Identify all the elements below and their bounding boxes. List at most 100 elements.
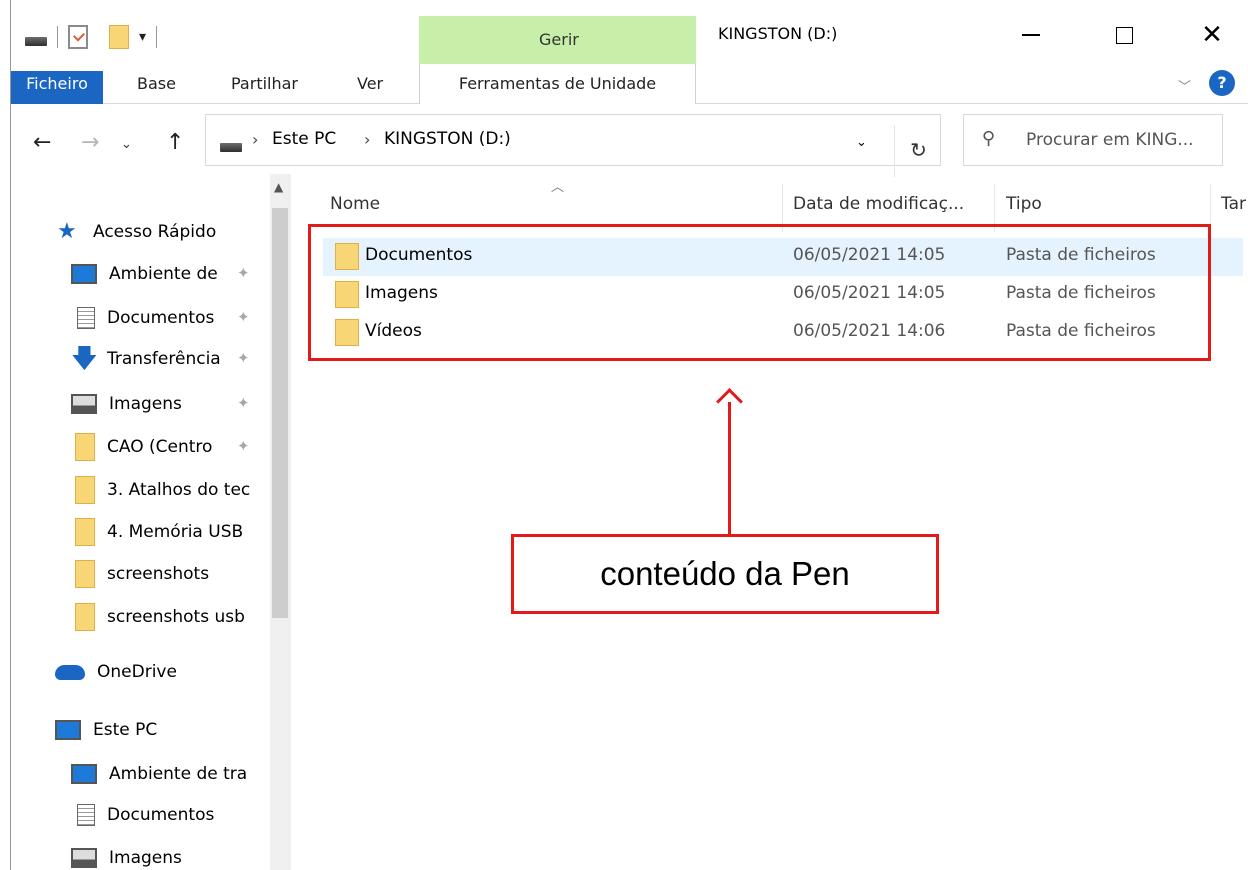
nav-item-documentos[interactable]: Documentos ✦ [77,300,271,336]
tab-ver[interactable]: Ver [357,64,383,104]
nav-item-label: 3. Atalhos do tec [107,480,251,500]
annotation-callout: conteúdo da Pen [511,534,939,614]
close-button[interactable]: ✕ [1192,20,1232,50]
tab-ficheiro[interactable]: Ficheiro [11,64,103,104]
breadcrumb-kingston[interactable]: KINGSTON (D:) [384,129,511,149]
nav-item-pc-imagens[interactable]: Imagens [71,840,271,870]
nav-item-screenshots[interactable]: screenshots [75,556,271,592]
nav-item-cao-centro[interactable]: CAO (Centro ✦ [75,429,271,465]
desktop-icon [71,264,97,284]
toolbar-separator [156,26,158,48]
annotation-highlight-box [308,224,1211,361]
navigation-bar: ← → ⌄ ↑ › Este PC › KINGSTON (D:) ⌄ ↻ ⚲ … [11,104,1248,177]
nav-item-onedrive[interactable]: OneDrive [55,654,177,690]
nav-item-este-pc[interactable]: Este PC [55,712,157,748]
onedrive-cloud-icon [55,664,85,680]
drive-icon [220,143,242,152]
breadcrumb-este-pc[interactable]: Este PC [272,129,336,149]
pictures-icon [71,848,97,868]
minimize-icon [1022,34,1040,36]
navigation-pane: ★ Acesso Rápido Ambiente de ✦ Documentos… [11,174,291,870]
folder-icon [75,476,95,504]
column-header-nome[interactable]: Nome [330,194,380,214]
up-arrow-icon[interactable]: ↑ [166,130,184,155]
this-pc-icon [55,720,81,740]
pin-icon[interactable]: ✦ [237,349,250,367]
folder-icon [75,603,95,631]
forward-arrow-icon[interactable]: → [81,130,99,155]
nav-item-atalhos[interactable]: 3. Atalhos do tec [75,472,271,508]
documents-icon [77,804,95,826]
nav-item-memoria-usb[interactable]: 4. Memória USB [75,514,271,550]
address-dropdown-chevron-icon[interactable]: ⌄ [856,135,867,150]
folder-icon [75,433,95,461]
tab-partilhar[interactable]: Partilhar [231,64,298,104]
quick-access-star-icon: ★ [57,219,77,244]
nav-item-transferencias[interactable]: 🡇 Transferência ✦ [71,341,271,377]
pictures-icon [71,394,97,414]
title-bar: ▾ Gerir KINGSTON (D:) ✕ [11,0,1248,64]
nav-item-label: screenshots [107,564,210,584]
nav-item-pc-documentos[interactable]: Documentos [77,797,271,833]
breadcrumb-separator-icon[interactable]: › [252,130,258,149]
annotation-arrow-line [728,402,731,536]
nav-item-acesso-rapido[interactable]: ★ Acesso Rápido [57,214,216,250]
drive-icon[interactable] [25,36,47,46]
help-icon[interactable]: ? [1209,70,1235,96]
maximize-icon [1115,26,1133,44]
nav-item-label: Transferência [107,349,221,369]
search-box[interactable]: ⚲ Procurar em KING... [963,114,1223,166]
search-placeholder: Procurar em KING... [1026,130,1194,150]
scroll-up-arrow-icon[interactable]: ▲ [274,180,283,194]
properties-icon[interactable] [68,25,88,49]
contextual-tab-group[interactable]: Gerir [419,16,696,64]
scrollbar-thumb[interactable] [272,208,288,618]
nav-item-screenshots-usb[interactable]: screenshots usb [75,599,271,635]
nav-item-label: Documentos [107,805,215,825]
nav-item-pc-ambiente-de-trabalho[interactable]: Ambiente de tra [71,756,271,792]
window-title: KINGSTON (D:) [718,24,838,43]
address-bar[interactable]: › Este PC › KINGSTON (D:) ⌄ ↻ [205,114,941,177]
nav-item-label: OneDrive [97,662,177,682]
minimize-button[interactable] [1011,20,1051,50]
folder-icon [75,518,95,546]
quick-access-toolbar: ▾ [25,22,167,52]
pin-icon[interactable]: ✦ [237,437,250,455]
nav-item-label: 4. Memória USB [107,522,244,542]
nav-item-imagens[interactable]: Imagens ✦ [71,386,271,422]
maximize-button[interactable] [1104,20,1144,50]
column-header-tipo[interactable]: Tipo [1006,194,1042,214]
contextual-tab-group-label: Gerir [539,30,579,49]
tab-base[interactable]: Base [137,64,176,104]
customize-dropdown-icon[interactable]: ▾ [139,29,146,45]
sort-ascending-caret-icon: ︿ [551,180,565,195]
nav-item-ambiente-de-trabalho[interactable]: Ambiente de ✦ [71,256,271,292]
file-explorer-window: ▾ Gerir KINGSTON (D:) ✕ Ficheiro Base Pa… [10,0,1248,870]
desktop-icon [71,764,97,784]
column-header-data-modificacao[interactable]: Data de modificaç... [793,194,964,214]
nav-item-label: Acesso Rápido [93,222,217,242]
nav-item-label: Imagens [109,848,182,868]
downloads-icon: 🡇 [71,344,98,374]
expand-ribbon-chevron-icon[interactable]: ﹀ [1178,76,1191,95]
nav-item-label: screenshots usb [107,607,245,627]
pin-icon[interactable]: ✦ [237,308,250,326]
nav-item-label: Este PC [93,720,158,740]
new-folder-icon[interactable] [109,25,129,49]
pin-icon[interactable]: ✦ [237,264,250,282]
close-icon: ✕ [1201,20,1223,50]
back-arrow-icon[interactable]: ← [33,130,51,155]
refresh-icon[interactable]: ↻ [894,125,942,177]
nav-item-label: Ambiente de tra [109,764,248,784]
nav-pane-scrollbar[interactable]: ▲ [270,174,290,870]
breadcrumb-separator-icon[interactable]: › [364,130,370,149]
toolbar-separator [57,26,58,48]
nav-item-label: CAO (Centro [107,437,213,457]
search-icon: ⚲ [982,128,996,149]
folder-icon [75,560,95,588]
recent-locations-chevron-icon[interactable]: ⌄ [121,137,132,152]
ribbon-tabs: Ficheiro Base Partilhar Ver Ferramentas … [11,64,1248,104]
tab-ferramentas-de-unidade[interactable]: Ferramentas de Unidade [419,64,696,104]
pin-icon[interactable]: ✦ [237,394,250,412]
column-header-tamanho[interactable]: Tar [1221,194,1246,214]
